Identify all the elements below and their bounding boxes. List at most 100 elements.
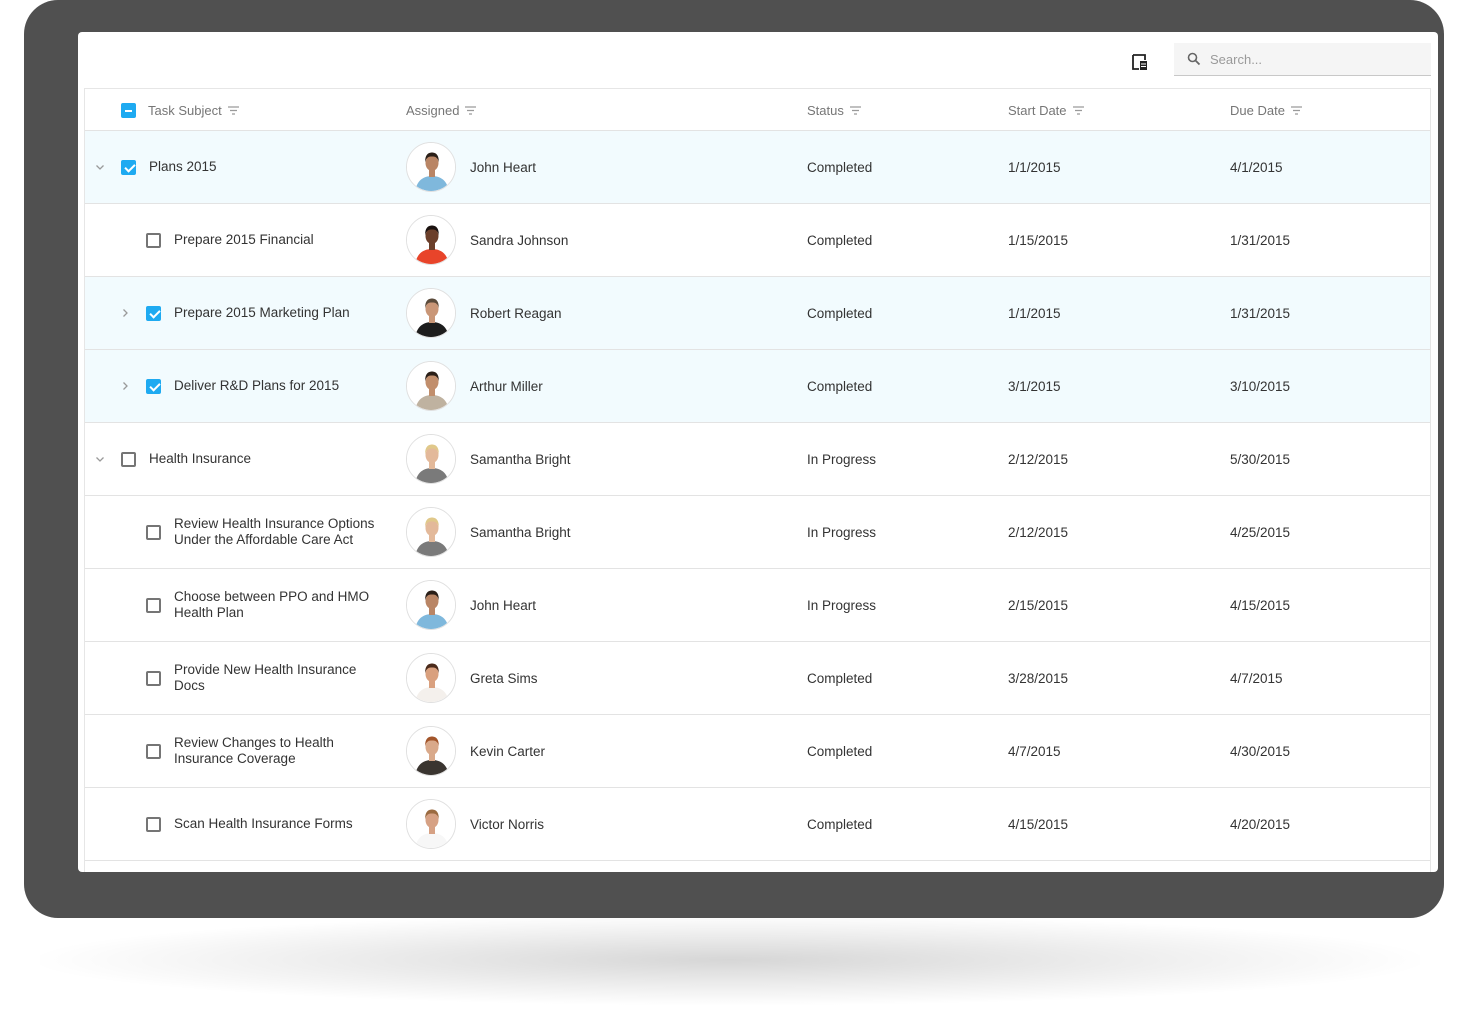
- due-date: 4/15/2015: [1230, 597, 1291, 613]
- due-date: 1/31/2015: [1230, 232, 1291, 248]
- assignee-name: John Heart: [470, 597, 537, 613]
- start-date-cell: 2/12/2015: [1008, 423, 1208, 495]
- avatar: [406, 799, 456, 849]
- start-date: 1/1/2015: [1008, 159, 1061, 175]
- start-date-cell: 2/15/2015: [1008, 569, 1208, 641]
- row-checkbox[interactable]: [146, 232, 161, 248]
- header-label: Start Date: [1008, 102, 1067, 118]
- start-date: 2/12/2015: [1008, 524, 1069, 540]
- assignee-name: Sandra Johnson: [470, 232, 569, 248]
- status-cell: Completed: [807, 350, 987, 422]
- row-checkbox[interactable]: [121, 451, 136, 467]
- status-cell: In Progress: [807, 423, 987, 495]
- task-subject-cell: Choose between PPO and HMO Health Plan: [85, 569, 385, 641]
- chevron-down-icon[interactable]: [95, 162, 105, 172]
- search-input[interactable]: [1208, 50, 1412, 68]
- filter-icon[interactable]: [1290, 105, 1302, 115]
- table-row[interactable]: Health Insurance Samantha Bright In Prog…: [85, 423, 1430, 496]
- avatar: [406, 580, 456, 630]
- row-checkbox[interactable]: [146, 305, 161, 321]
- assignee-name: Greta Sims: [470, 670, 538, 686]
- due-date-cell: 4/30/2015: [1230, 715, 1420, 787]
- assigned-cell: Greta Sims: [406, 642, 786, 714]
- start-date-cell: 4/15/2015: [1008, 788, 1208, 860]
- assigned-cell: John Heart: [406, 569, 786, 641]
- avatar: [406, 288, 456, 338]
- task-subject: Provide New Health Insurance Docs: [174, 662, 357, 693]
- status-text: In Progress: [807, 524, 877, 540]
- task-subject: Deliver R&D Plans for 2015: [174, 378, 340, 393]
- avatar: [406, 726, 456, 776]
- start-date: 1/1/2015: [1008, 305, 1061, 321]
- header-status[interactable]: Status: [807, 89, 861, 131]
- status-cell: Completed: [807, 715, 987, 787]
- table-row[interactable]: Deliver R&D Plans for 2015 Arthur Miller…: [85, 350, 1430, 423]
- chevron-right-icon[interactable]: [120, 381, 130, 391]
- task-subject-cell: Health Insurance: [85, 423, 385, 495]
- task-subject-cell: Plans 2015: [85, 131, 385, 203]
- row-checkbox[interactable]: [121, 159, 136, 175]
- status-text: Completed: [807, 816, 873, 832]
- header-task-subject[interactable]: Task Subject: [121, 89, 239, 131]
- status-cell: Completed: [807, 642, 987, 714]
- avatar: [406, 215, 456, 265]
- row-checkbox[interactable]: [146, 597, 161, 613]
- table-row[interactable]: Prepare 2015 Marketing Plan Robert Reaga…: [85, 277, 1430, 350]
- due-date: 3/10/2015: [1230, 378, 1291, 394]
- status-text: Completed: [807, 743, 873, 759]
- assignee-name: Samantha Bright: [470, 524, 571, 540]
- task-subject: Scan Health Insurance Forms: [174, 816, 353, 831]
- filter-icon[interactable]: [1072, 105, 1084, 115]
- header-start-date[interactable]: Start Date: [1008, 89, 1084, 131]
- filter-icon[interactable]: [465, 105, 477, 115]
- tree-list: Task Subject Assigned Status Start Date …: [84, 88, 1431, 872]
- row-checkbox[interactable]: [146, 670, 161, 686]
- header-assigned[interactable]: Assigned: [406, 89, 477, 131]
- select-all-checkbox[interactable]: [121, 102, 136, 118]
- header-due-date[interactable]: Due Date: [1230, 89, 1302, 131]
- task-subject: Review Changes to Health Insurance Cover…: [174, 735, 334, 766]
- header-label: Status: [807, 102, 844, 118]
- due-date-cell: 5/30/2015: [1230, 423, 1420, 495]
- start-date-cell: 3/28/2015: [1008, 642, 1208, 714]
- search-box[interactable]: [1174, 43, 1431, 76]
- row-checkbox[interactable]: [146, 816, 161, 832]
- start-date-cell: 1/15/2015: [1008, 204, 1208, 276]
- person-photo-icon: [407, 727, 455, 775]
- status-cell: Completed: [807, 277, 987, 349]
- table-row[interactable]: Review Changes to Health Insurance Cover…: [85, 715, 1430, 788]
- start-date-cell: 2/12/2015: [1008, 496, 1208, 568]
- avatar: [406, 142, 456, 192]
- row-checkbox[interactable]: [146, 378, 161, 394]
- assigned-cell: Arthur Miller: [406, 350, 786, 422]
- chevron-right-icon[interactable]: [120, 308, 130, 318]
- table-row[interactable]: Prepare 2015 Financial Sandra Johnson Co…: [85, 204, 1430, 277]
- start-date: 1/15/2015: [1008, 232, 1069, 248]
- due-date-cell: 4/7/2015: [1230, 642, 1420, 714]
- table-row[interactable]: Plans 2015 John Heart Completed 1/1/2015…: [85, 131, 1430, 204]
- device-shadow: [40, 915, 1420, 1005]
- row-checkbox[interactable]: [146, 743, 161, 759]
- assignee-name: Arthur Miller: [470, 378, 543, 394]
- app-screen: Task Subject Assigned Status Start Date …: [78, 32, 1438, 872]
- person-photo-icon: [407, 216, 455, 264]
- due-date-cell: 4/1/2015: [1230, 131, 1420, 203]
- table-row[interactable]: Review Health Insurance Options Under th…: [85, 496, 1430, 569]
- status-text: In Progress: [807, 597, 877, 613]
- table-row[interactable]: Provide New Health Insurance Docs Greta …: [85, 642, 1430, 715]
- due-date-cell: 1/31/2015: [1230, 277, 1420, 349]
- chevron-down-icon[interactable]: [95, 454, 105, 464]
- due-date-cell: 3/10/2015: [1230, 350, 1420, 422]
- assigned-cell: Samantha Bright: [406, 496, 786, 568]
- table-row[interactable]: Scan Health Insurance Forms Victor Norri…: [85, 788, 1430, 861]
- avatar: [406, 507, 456, 557]
- column-chooser-button[interactable]: [1130, 52, 1150, 72]
- table-row[interactable]: Choose between PPO and HMO Health Plan J…: [85, 569, 1430, 642]
- assigned-cell: John Heart: [406, 131, 786, 203]
- row-checkbox[interactable]: [146, 524, 161, 540]
- assigned-cell: Robert Reagan: [406, 277, 786, 349]
- status-cell: Completed: [807, 788, 987, 860]
- start-date-cell: 1/1/2015: [1008, 277, 1208, 349]
- filter-icon[interactable]: [849, 105, 861, 115]
- filter-icon[interactable]: [227, 105, 239, 115]
